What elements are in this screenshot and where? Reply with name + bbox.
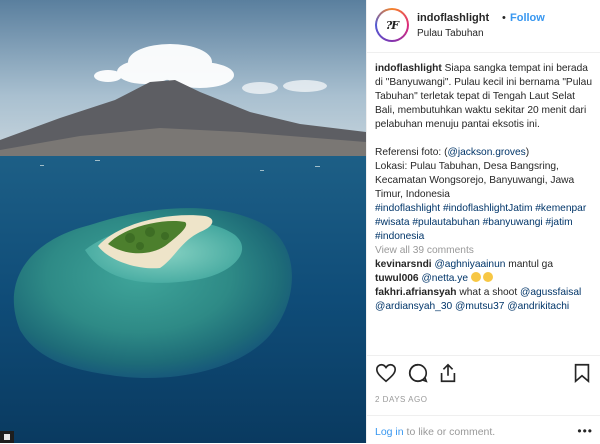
comment-username[interactable]: kevinarsndi bbox=[375, 259, 432, 270]
comment-mention[interactable]: @aghniyaainun bbox=[434, 259, 505, 270]
reference-close: ) bbox=[525, 147, 530, 158]
login-link[interactable]: Log in bbox=[375, 426, 404, 438]
post-header: ?F indoflashlight • Follow Pulau Tabuhan bbox=[367, 0, 600, 53]
instagram-post: ?F indoflashlight • Follow Pulau Tabuhan… bbox=[0, 0, 600, 443]
share-icon[interactable] bbox=[437, 362, 459, 384]
comment-text: mantul ga bbox=[505, 259, 554, 270]
bookmark-icon[interactable] bbox=[571, 362, 593, 384]
header-username[interactable]: indoflashlight bbox=[417, 12, 489, 24]
comment-icon[interactable] bbox=[407, 362, 429, 384]
caption-reference: Referensi foto: (@jackson.groves) bbox=[375, 146, 597, 160]
comment-mention[interactable]: @netta.ye bbox=[421, 273, 468, 284]
caption-username[interactable]: indoflashlight bbox=[375, 63, 442, 74]
post-sidebar: ?F indoflashlight • Follow Pulau Tabuhan… bbox=[366, 0, 600, 443]
avatar[interactable]: ?F bbox=[375, 8, 409, 42]
reference-label: Referensi foto: ( bbox=[375, 147, 448, 158]
caption: indoflashlight Siapa sangka tempat ini b… bbox=[375, 62, 597, 132]
post-timestamp: 2 DAYS AGO bbox=[375, 395, 428, 404]
login-prompt: Log in to like or comment. ••• bbox=[367, 415, 600, 444]
reference-mention[interactable]: @jackson.groves bbox=[447, 147, 525, 158]
comment-username[interactable]: fakhri.afriansyah bbox=[375, 287, 457, 298]
login-prompt-text: to like or comment. bbox=[403, 426, 496, 438]
follow-button[interactable]: Follow bbox=[510, 12, 545, 24]
comments-section: indoflashlight Siapa sangka tempat ini b… bbox=[375, 62, 597, 314]
caption-location: Lokasi: Pulau Tabuhan, Desa Bangsring, K… bbox=[375, 161, 575, 200]
comment-item: fakhri.afriansyah what a shoot @agussfai… bbox=[375, 286, 597, 314]
avatar-logo: ?F bbox=[377, 10, 407, 40]
island-aerial-image bbox=[0, 0, 366, 443]
comment-username[interactable]: tuwul006 bbox=[375, 273, 419, 284]
view-all-comments[interactable]: View all 39 comments bbox=[375, 244, 597, 258]
comment-item: kevinarsndi @aghniyaainun mantul ga bbox=[375, 258, 597, 272]
location-link[interactable]: Pulau Tabuhan bbox=[417, 28, 484, 39]
separator-dot: • bbox=[502, 12, 506, 24]
grinning-emoji-icon bbox=[482, 272, 493, 282]
comment-text: what a shoot bbox=[456, 287, 520, 298]
action-bar bbox=[367, 355, 600, 386]
post-photo[interactable] bbox=[0, 0, 366, 443]
comment-item: tuwul006 @netta.ye bbox=[375, 272, 597, 286]
heart-icon[interactable] bbox=[375, 362, 397, 384]
avatar-logo-text: ?F bbox=[385, 18, 399, 32]
grinning-emoji-icon bbox=[470, 272, 481, 282]
more-options-icon[interactable]: ••• bbox=[577, 424, 593, 438]
photo-corner-button[interactable] bbox=[0, 431, 14, 443]
caption-hashtags[interactable]: #indoflashlight #indoflashlightJatim #ke… bbox=[375, 202, 597, 244]
